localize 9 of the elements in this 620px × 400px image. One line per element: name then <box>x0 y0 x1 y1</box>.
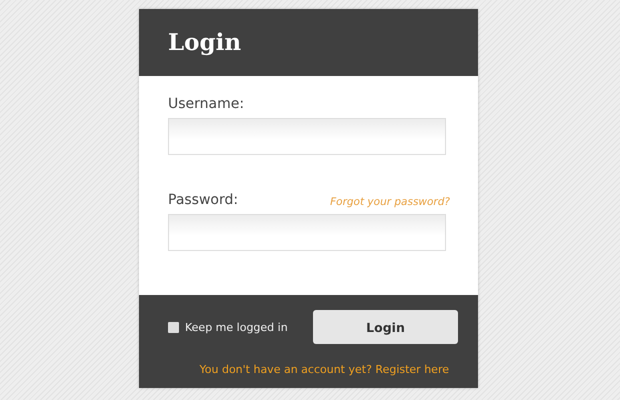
checkbox[interactable] <box>168 322 179 332</box>
input-field[interactable] <box>168 118 446 155</box>
register-link[interactable]: You don't have an account yet? Register here <box>200 363 449 376</box>
login-title: Login <box>168 31 242 54</box>
login-button[interactable]: Login <box>313 310 458 344</box>
field-label: Password: <box>168 192 238 208</box>
input-field[interactable] <box>168 214 446 251</box>
field-label: Username: <box>168 96 244 112</box>
checkbox-label: Keep me logged in <box>185 320 288 334</box>
